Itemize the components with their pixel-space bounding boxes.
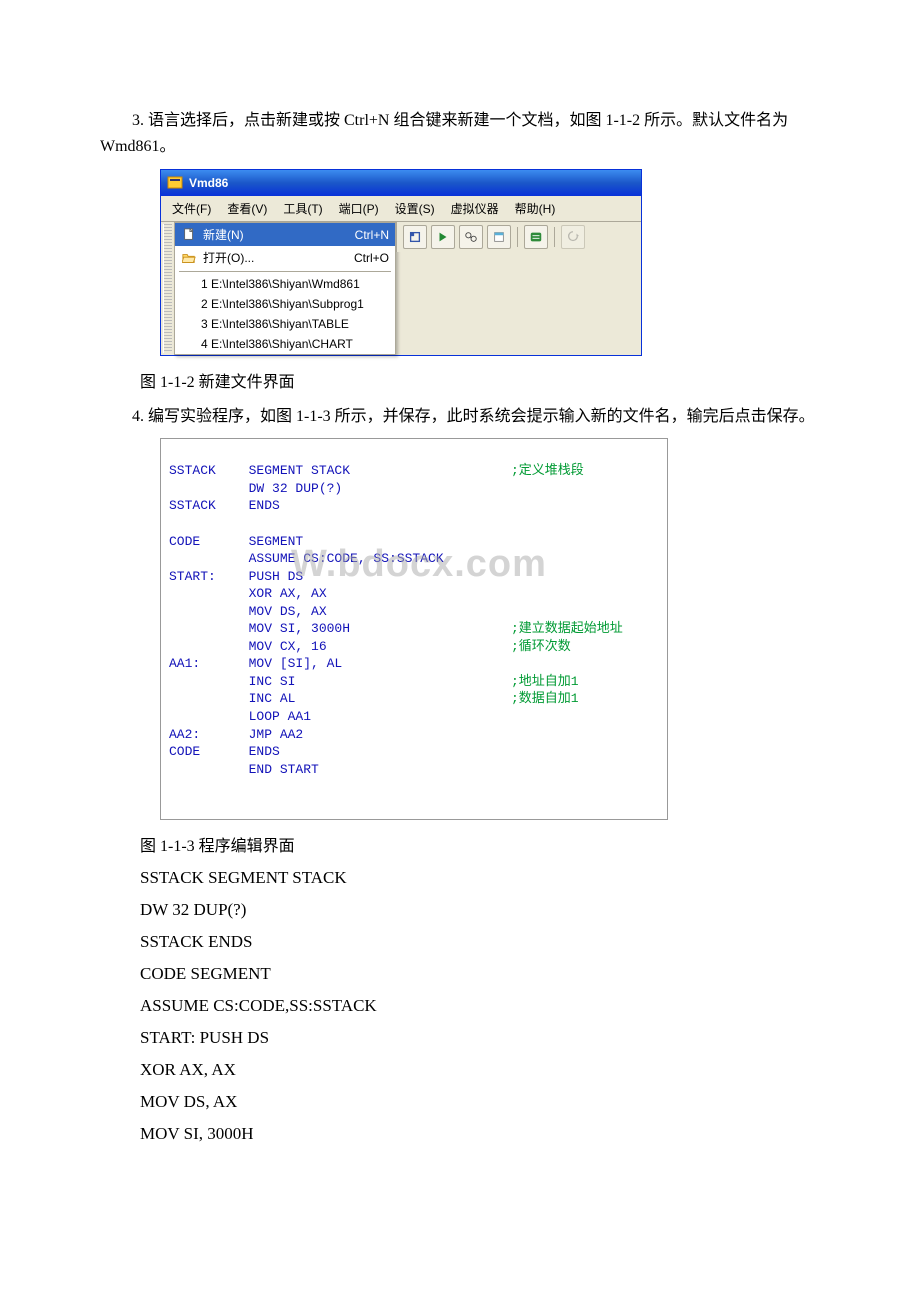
asm-line: MOV SI, 3000H <box>140 1124 850 1144</box>
code-ins: SEGMENT <box>249 534 304 549</box>
code-ins: INC AL <box>249 691 296 706</box>
menu-view[interactable]: 查看(V) <box>219 198 275 219</box>
code-ins: END START <box>249 762 319 777</box>
menu-virtual[interactable]: 虚拟仪器 <box>443 198 507 219</box>
code-editor: SSTACK SEGMENT STACK;定义堆栈段 DW 32 DUP(?) … <box>160 438 668 820</box>
code-label: CODE <box>169 743 233 761</box>
menu-item-new-label: 新建(N) <box>203 226 244 243</box>
window-title: Vmd86 <box>189 176 228 190</box>
menu-file[interactable]: 文件(F) <box>164 198 219 219</box>
asm-line: DW 32 DUP(?) <box>140 900 850 920</box>
code-label: AA2: <box>169 726 233 744</box>
code-ins: MOV DS, AX <box>249 604 327 619</box>
code-label: SSTACK <box>169 462 233 480</box>
new-file-icon <box>181 227 197 243</box>
asm-line: MOV DS, AX <box>140 1092 850 1112</box>
code-comment: ;建立数据起始地址 <box>511 620 623 638</box>
menu-port[interactable]: 端口(P) <box>331 198 387 219</box>
open-folder-icon <box>181 250 197 266</box>
code-ins: PUSH DS <box>249 569 304 584</box>
code-comment: ;地址自加1 <box>511 673 579 691</box>
menu-item-new-shortcut: Ctrl+N <box>337 228 389 242</box>
code-ins: DW 32 DUP(?) <box>249 481 343 496</box>
asm-line: SSTACK ENDS <box>140 932 850 952</box>
toolbar-btn-3[interactable] <box>459 225 483 249</box>
paragraph-3: 3. 语言选择后，点击新建或按 Ctrl+N 组合键来新建一个文档，如图 1-1… <box>100 108 850 159</box>
toolbar <box>396 222 641 252</box>
toolbar-grip-icon <box>163 224 172 353</box>
code-ins: ENDS <box>249 498 280 513</box>
code-ins: LOOP AA1 <box>249 709 311 724</box>
menu-help[interactable]: 帮助(H) <box>507 198 564 219</box>
code-label: START: <box>169 568 233 586</box>
asm-line: XOR AX, AX <box>140 1060 850 1080</box>
document-page: 3. 语言选择后，点击新建或按 Ctrl+N 组合键来新建一个文档，如图 1-1… <box>0 0 920 1196</box>
menu-separator <box>179 271 391 272</box>
code-comment: ;数据自加1 <box>511 690 579 708</box>
code-ins: ENDS <box>249 744 280 759</box>
figure-caption-2: 图 1-1-3 程序编辑界面 <box>140 832 850 856</box>
menu-item-open-shortcut: Ctrl+O <box>336 251 389 265</box>
code-ins: ASSUME CS:CODE, SS:SSTACK <box>249 551 444 566</box>
title-bar: Vmd86 <box>161 170 641 196</box>
mru-item-4[interactable]: 4 E:\Intel386\Shiyan\CHART <box>175 334 395 354</box>
menu-item-new[interactable]: 新建(N) Ctrl+N <box>175 223 395 246</box>
toolbar-separator-2 <box>554 227 555 247</box>
figure-caption-1: 图 1-1-2 新建文件界面 <box>140 368 850 392</box>
asm-line: ASSUME CS:CODE,SS:SSTACK <box>140 996 850 1016</box>
menu-settings[interactable]: 设置(S) <box>387 198 443 219</box>
code-label: AA1: <box>169 655 233 673</box>
code-comment: ;定义堆栈段 <box>511 462 584 480</box>
code-ins: XOR AX, AX <box>249 586 327 601</box>
asm-line: CODE SEGMENT <box>140 964 850 984</box>
menu-bar: 文件(F) 查看(V) 工具(T) 端口(P) 设置(S) 虚拟仪器 帮助(H) <box>161 196 641 222</box>
code-ins: MOV SI, 3000H <box>249 621 350 636</box>
asm-line: SSTACK SEGMENT STACK <box>140 868 850 888</box>
code-ins: INC SI <box>249 674 296 689</box>
menu-item-open-label: 打开(O)... <box>203 249 254 266</box>
toolbar-btn-5[interactable] <box>524 225 548 249</box>
toolbar-btn-4[interactable] <box>487 225 511 249</box>
menu-tool[interactable]: 工具(T) <box>275 198 330 219</box>
mru-item-3[interactable]: 3 E:\Intel386\Shiyan\TABLE <box>175 314 395 334</box>
code-ins: SEGMENT STACK <box>249 463 350 478</box>
toolbar-btn-2[interactable] <box>431 225 455 249</box>
paragraph-4: 4. 编写实验程序，如图 1-1-3 所示，并保存，此时系统会提示输入新的文件名… <box>100 404 850 430</box>
menu-item-open[interactable]: 打开(O)... Ctrl+O <box>175 246 395 269</box>
file-menu-dropdown: 新建(N) Ctrl+N 打开(O)... Ctrl+O 1 E:\Intel3… <box>174 222 396 355</box>
toolbar-separator <box>517 227 518 247</box>
asm-line: START: PUSH DS <box>140 1028 850 1048</box>
mru-item-1[interactable]: 1 E:\Intel386\Shiyan\Wmd861 <box>175 274 395 294</box>
app-icon <box>167 175 183 191</box>
code-label: CODE <box>169 533 233 551</box>
toolbar-btn-6[interactable] <box>561 225 585 249</box>
code-ins: MOV [SI], AL <box>249 656 343 671</box>
code-label: SSTACK <box>169 497 233 515</box>
toolbar-area: 新建(N) Ctrl+N 打开(O)... Ctrl+O 1 E:\Intel3… <box>161 222 641 355</box>
code-comment: ;循环次数 <box>511 638 571 656</box>
code-ins: JMP AA2 <box>249 727 304 742</box>
mru-item-2[interactable]: 2 E:\Intel386\Shiyan\Subprog1 <box>175 294 395 314</box>
toolbar-btn-1[interactable] <box>403 225 427 249</box>
app-window: Vmd86 文件(F) 查看(V) 工具(T) 端口(P) 设置(S) 虚拟仪器… <box>160 169 642 356</box>
code-ins: MOV CX, 16 <box>249 639 327 654</box>
